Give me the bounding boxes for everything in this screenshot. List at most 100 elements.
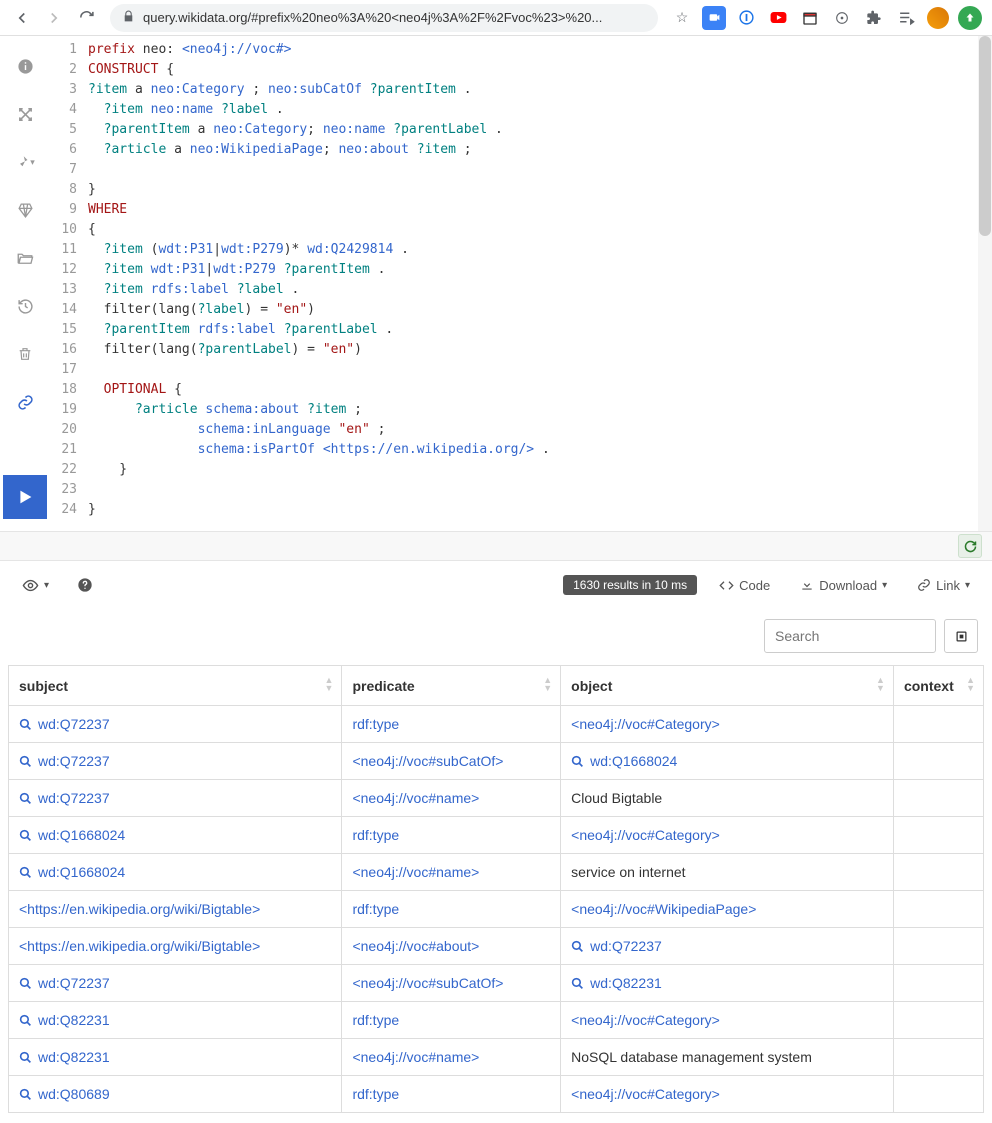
- url-bar[interactable]: query.wikidata.org/#prefix%20neo%3A%20<n…: [110, 4, 658, 32]
- table-body: wd:Q72237 rdf:type <neo4j://voc#Category> w…: [9, 706, 984, 1113]
- uri-link[interactable]: rdf:type: [352, 716, 399, 732]
- uri-link[interactable]: <neo4j://voc#WikipediaPage>: [571, 901, 756, 917]
- editor-area: ▾ 12345678910111213141516171819202122232…: [0, 36, 992, 531]
- uri-link[interactable]: rdf:type: [352, 1012, 399, 1028]
- cell-subject: wd:Q82231: [9, 1002, 342, 1039]
- extension-calendar-icon[interactable]: [798, 6, 822, 30]
- uri-link[interactable]: <neo4j://voc#Category>: [571, 716, 720, 732]
- uri-link[interactable]: <neo4j://voc#subCatOf>: [352, 975, 503, 991]
- sort-icon[interactable]: ▲▼: [876, 676, 885, 692]
- uri-link[interactable]: <neo4j://voc#Category>: [571, 827, 720, 843]
- run-query-button[interactable]: [3, 475, 47, 519]
- cell-predicate: <neo4j://voc#name>: [342, 854, 561, 891]
- extension-circle-icon[interactable]: [830, 6, 854, 30]
- pin-icon[interactable]: ▾: [11, 148, 39, 176]
- entity-link[interactable]: wd:Q82231: [590, 975, 662, 991]
- entity-link[interactable]: wd:Q72237: [38, 790, 110, 806]
- uri-link[interactable]: <neo4j://voc#Category>: [571, 1012, 720, 1028]
- entity-link[interactable]: wd:Q72237: [590, 938, 662, 954]
- entity-link[interactable]: wd:Q1668024: [590, 753, 677, 769]
- uri-link[interactable]: <neo4j://voc#subCatOf>: [352, 753, 503, 769]
- entity-link[interactable]: wd:Q82231: [38, 1012, 110, 1028]
- editor-scrollbar[interactable]: [978, 36, 992, 531]
- code-content[interactable]: prefix neo: <neo4j://voc#>CONSTRUCT {?it…: [84, 36, 978, 531]
- search-input[interactable]: [764, 619, 936, 653]
- search-icon[interactable]: [19, 1049, 32, 1065]
- uri-link[interactable]: rdf:type: [352, 827, 399, 843]
- uri-link[interactable]: <neo4j://voc#name>: [352, 790, 479, 806]
- search-icon[interactable]: [19, 975, 32, 991]
- search-icon[interactable]: [571, 938, 584, 954]
- forward-button[interactable]: [40, 4, 68, 32]
- entity-link[interactable]: wd:Q82231: [38, 1049, 110, 1065]
- uri-link[interactable]: <neo4j://voc#name>: [352, 864, 479, 880]
- extension-update-icon[interactable]: [958, 6, 982, 30]
- entity-link[interactable]: wd:Q72237: [38, 975, 110, 991]
- uri-link[interactable]: <neo4j://voc#Category>: [571, 1086, 720, 1102]
- cell-subject: wd:Q82231: [9, 1039, 342, 1076]
- cell-object: Cloud Bigtable: [561, 780, 894, 817]
- refresh-results-button[interactable]: [958, 534, 982, 558]
- column-header-object[interactable]: object▲▼: [561, 666, 894, 706]
- extension-youtube-icon[interactable]: [766, 6, 790, 30]
- uri-link[interactable]: <neo4j://voc#about>: [352, 938, 479, 954]
- entity-link[interactable]: wd:Q80689: [38, 1086, 110, 1102]
- download-button[interactable]: Download▾: [792, 574, 895, 597]
- sort-icon[interactable]: ▲▼: [966, 676, 975, 692]
- help-icon[interactable]: [69, 573, 101, 597]
- link-button[interactable]: Link▾: [909, 574, 978, 597]
- column-header-subject[interactable]: subject▲▼: [9, 666, 342, 706]
- folder-open-icon[interactable]: [11, 244, 39, 272]
- code-editor[interactable]: 123456789101112131415161718192021222324 …: [50, 36, 992, 531]
- diamond-icon[interactable]: [11, 196, 39, 224]
- results-table: subject▲▼predicate▲▼object▲▼context▲▼ wd…: [8, 665, 984, 1113]
- uri-link[interactable]: <https://en.wikipedia.org/wiki/Bigtable>: [19, 901, 260, 917]
- search-icon[interactable]: [19, 716, 32, 732]
- table-row: wd:Q1668024 <neo4j://voc#name> service on …: [9, 854, 984, 891]
- search-icon[interactable]: [19, 1012, 32, 1028]
- table-row: wd:Q72237 <neo4j://voc#subCatOf> wd:Q16680…: [9, 743, 984, 780]
- search-icon[interactable]: [19, 827, 32, 843]
- star-icon[interactable]: ☆: [670, 6, 694, 30]
- column-header-context[interactable]: context▲▼: [893, 666, 983, 706]
- history-icon[interactable]: [11, 292, 39, 320]
- uri-link[interactable]: <https://en.wikipedia.org/wiki/Bigtable>: [19, 938, 260, 954]
- extension-zoom-icon[interactable]: [702, 6, 726, 30]
- scrollbar-thumb[interactable]: [979, 36, 991, 236]
- trash-icon[interactable]: [11, 340, 39, 368]
- search-icon[interactable]: [19, 1086, 32, 1102]
- back-button[interactable]: [8, 4, 36, 32]
- search-icon[interactable]: [19, 753, 32, 769]
- line-gutter: 123456789101112131415161718192021222324: [50, 36, 84, 531]
- entity-link[interactable]: wd:Q72237: [38, 716, 110, 732]
- uri-link[interactable]: <neo4j://voc#name>: [352, 1049, 479, 1065]
- table-row: <https://en.wikipedia.org/wiki/Bigtable>…: [9, 928, 984, 965]
- entity-link[interactable]: wd:Q72237: [38, 753, 110, 769]
- view-mode-dropdown[interactable]: ▾: [14, 573, 57, 598]
- shuffle-icon[interactable]: [11, 100, 39, 128]
- code-button[interactable]: Code: [711, 574, 778, 597]
- profile-avatar[interactable]: [926, 6, 950, 30]
- entity-link[interactable]: wd:Q1668024: [38, 864, 125, 880]
- column-header-predicate[interactable]: predicate▲▼: [342, 666, 561, 706]
- search-icon[interactable]: [571, 753, 584, 769]
- extension-playlist-icon[interactable]: [894, 6, 918, 30]
- cell-text: service on internet: [571, 864, 685, 880]
- link-icon[interactable]: [11, 388, 39, 416]
- info-icon[interactable]: [11, 52, 39, 80]
- url-text: query.wikidata.org/#prefix%20neo%3A%20<n…: [143, 10, 602, 25]
- search-icon[interactable]: [19, 790, 32, 806]
- uri-link[interactable]: rdf:type: [352, 901, 399, 917]
- cell-predicate: <neo4j://voc#name>: [342, 1039, 561, 1076]
- sort-icon[interactable]: ▲▼: [325, 676, 334, 692]
- sort-icon[interactable]: ▲▼: [543, 676, 552, 692]
- search-icon[interactable]: [19, 864, 32, 880]
- reload-button[interactable]: [72, 4, 100, 32]
- extensions-puzzle-icon[interactable]: [862, 6, 886, 30]
- uri-link[interactable]: rdf:type: [352, 1086, 399, 1102]
- entity-link[interactable]: wd:Q1668024: [38, 827, 125, 843]
- cell-predicate: rdf:type: [342, 706, 561, 743]
- extension-1password-icon[interactable]: [734, 6, 758, 30]
- fullscreen-button[interactable]: [944, 619, 978, 653]
- search-icon[interactable]: [571, 975, 584, 991]
